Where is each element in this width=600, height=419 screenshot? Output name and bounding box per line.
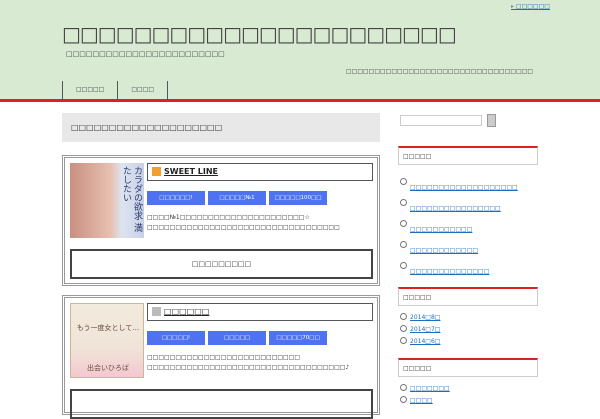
text-line: □□□□□□□□□□□□□□□□□□□□□□□□□□□□□□□□□□□♪ <box>147 364 350 371</box>
list-item[interactable]: □□□□ <box>400 395 450 407</box>
text-line: □□□□□□□□□□□□□□□□□□□□□□□□□□□ <box>147 354 301 361</box>
banner-image[interactable]: もう一度女として… 出会いひろば <box>70 303 144 378</box>
recent-posts-list: □□□□□□□□□□□□□□□□□□□ □□□□□□□□□□□□□□□□ □□□… <box>400 177 518 282</box>
site-description: □□□□□□□□□□□□□□□□□□□□□□□□□□□□□□□□□ <box>346 68 534 75</box>
card-title: SWEET LINE <box>147 163 373 181</box>
top-link[interactable]: □□□□□□ <box>511 3 550 10</box>
list-item[interactable]: 2014□7□ <box>400 324 440 336</box>
nav-item[interactable]: □□□□□ <box>62 81 117 100</box>
site-subtitle: □□□□□□□□□□□□□□□□□□□□□□□□ <box>66 50 225 58</box>
card-title: □□□□□□ <box>147 303 373 321</box>
category-list: □□□□□□□ □□□□ <box>400 383 450 407</box>
text-line: □□□□□□□□□□□□□□□□□□□□□□□□□□□□□□□□□□ <box>147 224 340 231</box>
nav-item[interactable]: □□□□ <box>117 81 169 100</box>
banner-image[interactable]: カラダの欲求 満たしたい <box>70 163 144 238</box>
tag-row: □□□□□□! □□□□□№1 □□□□□100□□ <box>147 191 327 205</box>
list-item[interactable]: 2014□6□ <box>400 336 440 348</box>
card-text: □□□□□□□□□□□□□□□□□□□□□□□□□□□ □□□□□□□□□□□□… <box>147 353 349 373</box>
widget-title: □□□□□ <box>398 358 538 377</box>
page-heading: □□□□□□□□□□□□□□□□□□□□ <box>62 113 380 142</box>
crown-icon <box>152 167 161 176</box>
list-item[interactable]: □□□□□□□□□□□□□□□□ <box>400 198 518 219</box>
list-item[interactable]: □□□□□□□□□□□□ <box>400 240 518 261</box>
tag: □□□□□ <box>208 331 266 345</box>
tag: □□□□□№1 <box>208 191 266 205</box>
text-line: □□□□№1□□□□□□□□□□□□□□□□□□□□□□☆ <box>147 214 310 221</box>
card-text: □□□□№1□□□□□□□□□□□□□□□□□□□□□□☆ □□□□□□□□□□… <box>147 213 340 233</box>
widget-title: □□□□□ <box>398 146 538 165</box>
main-nav: □□□□□ □□□□ <box>62 81 169 100</box>
tag: □□□□□□! <box>147 191 205 205</box>
archive-list: 2014□8□ 2014□7□ 2014□6□ <box>400 312 440 348</box>
list-item[interactable]: □□□□□□□□□□□□□□□□□□□ <box>400 177 518 198</box>
card-title-link[interactable]: SWEET LINE <box>164 167 218 176</box>
list-item[interactable]: □□□□□□□□□□□ <box>400 219 518 240</box>
tag-row: □□□□□! □□□□□ □□□□□70□□ <box>147 331 327 345</box>
search-button[interactable] <box>487 114 496 127</box>
banner-text: カラダの欲求 満たしたい <box>121 166 142 232</box>
list-item[interactable]: 2014□8□ <box>400 312 440 324</box>
tag: □□□□□! <box>147 331 205 345</box>
list-item[interactable]: □□□□□□□□□□□□□□ <box>400 261 518 282</box>
banner-text: もう一度女として… 出会いひろば <box>76 324 140 372</box>
visit-button[interactable] <box>70 389 373 419</box>
list-item[interactable]: □□□□□□□ <box>400 383 450 395</box>
tag: □□□□□100□□ <box>269 191 327 205</box>
search-input[interactable] <box>400 115 482 126</box>
tag: □□□□□70□□ <box>269 331 327 345</box>
visit-button[interactable]: □□□□□□□□□ <box>70 249 373 279</box>
site-card: もう一度女として… 出会いひろば □□□□□□ □□□□□! □□□□□ □□□… <box>62 295 380 419</box>
site-title[interactable]: □□□□□□□□□□□□□□□□□□□□□□ <box>62 22 457 46</box>
widget-title: □□□□□ <box>398 287 538 306</box>
card-title-link[interactable]: □□□□□□ <box>164 307 209 316</box>
site-card: カラダの欲求 満たしたい SWEET LINE □□□□□□! □□□□□№1 … <box>62 155 380 286</box>
crown-icon <box>152 307 161 316</box>
site-header: □□□□□□ □□□□□□□□□□□□□□□□□□□□□□ □□□□□□□□□□… <box>0 0 600 102</box>
